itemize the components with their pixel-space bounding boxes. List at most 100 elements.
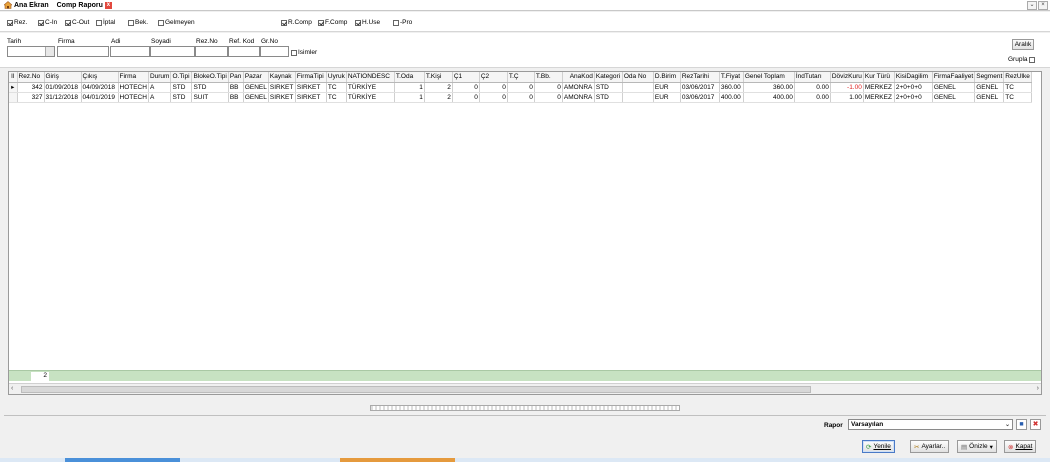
panel-splitter[interactable] [370, 405, 680, 411]
column-header[interactable]: Pazar [243, 72, 269, 83]
horizontal-scrollbar[interactable]: ‹ › [9, 383, 1041, 394]
column-header[interactable]: Segment [974, 72, 1005, 83]
chevron-down-icon[interactable]: ⌄ [1027, 1, 1037, 10]
delete-icon[interactable]: ✖ [1030, 419, 1041, 430]
column-header[interactable]: T.Bb. [534, 72, 563, 83]
adi-input[interactable] [110, 46, 150, 57]
filter-gelmeyen[interactable]: Gelmeyen [158, 19, 195, 26]
column-header[interactable]: KisiDagilim [894, 72, 933, 83]
kapat-button[interactable]: ⊗ Kapat [1004, 440, 1037, 453]
table-header-row: ll Rez.No Giriş Çıkış Firma Durum O.Tipi… [9, 72, 1033, 83]
table-cell: 400.00 [719, 92, 744, 103]
column-header[interactable]: T.Oda [394, 72, 425, 83]
checkbox-icon[interactable] [128, 19, 134, 26]
ref-kod-input[interactable] [228, 46, 260, 57]
ayarlar-button[interactable]: ✂ Ayarlar.. [910, 440, 950, 453]
column-header[interactable]: RezUlke [1003, 72, 1033, 83]
column-header[interactable]: Çıkış [81, 72, 119, 83]
filter-rez[interactable]: Rez. [7, 19, 27, 26]
filter-label: İptal [103, 19, 116, 26]
chevron-down-icon[interactable]: ▾ [990, 443, 993, 451]
checkbox-icon[interactable] [281, 19, 287, 26]
grupla-checkbox[interactable]: Grupla [1008, 56, 1035, 63]
checkbox-icon[interactable] [291, 49, 297, 56]
column-header[interactable]: Giriş [44, 72, 82, 83]
column-header[interactable]: T.Ç [507, 72, 535, 83]
column-header[interactable]: AnaKod [562, 72, 595, 83]
column-header[interactable]: Uyruk [326, 72, 347, 83]
filter-f-comp[interactable]: F.Comp [318, 19, 347, 26]
column-header[interactable]: NATIONDESC [346, 72, 395, 83]
calendar-icon[interactable] [45, 47, 54, 56]
column-header[interactable]: Rez.No [17, 72, 45, 83]
checkbox-icon[interactable] [393, 19, 399, 26]
column-header[interactable]: RezTarihi [680, 72, 720, 83]
row-indicator [9, 92, 18, 103]
column-header[interactable]: Ç2 [479, 72, 508, 83]
soyadi-input[interactable] [150, 46, 195, 57]
checkbox-icon[interactable] [96, 19, 102, 26]
tarih-input[interactable] [7, 46, 55, 57]
column-header[interactable]: T.Kişi [424, 72, 453, 83]
scroll-right-icon[interactable]: › [1037, 385, 1039, 392]
column-header[interactable]: BlokeO.Tipi [191, 72, 229, 83]
column-header[interactable]: Pan [228, 72, 244, 83]
checkbox-icon[interactable] [318, 19, 324, 26]
column-header[interactable]: Durum [148, 72, 172, 83]
tab-ana-ekran[interactable]: Ana Ekran [0, 0, 53, 11]
tab-comp-raporu[interactable]: Comp Raporu x [53, 0, 116, 11]
tab-label: Comp Raporu [56, 1, 103, 9]
filter-c-in[interactable]: C-In [38, 19, 57, 26]
scroll-left-icon[interactable]: ‹ [11, 385, 13, 392]
filter-c-out[interactable]: C-Out [65, 19, 89, 26]
column-header[interactable]: İndTutarı [794, 72, 831, 83]
column-header[interactable]: DövizKuru [830, 72, 864, 83]
table-row[interactable]: ▸ 342 01/09/2018 04/09/2018 HOTECH A STD… [9, 82, 1033, 93]
column-header[interactable]: Kaynak [268, 72, 296, 83]
onizle-button[interactable]: ▤ Önizle ▾ [957, 440, 997, 453]
column-header[interactable]: Firma [118, 72, 149, 83]
checkbox-icon[interactable] [65, 19, 71, 26]
rapor-select[interactable]: Varsayılan ⌄ [848, 419, 1013, 430]
column-header[interactable]: O.Tipi [170, 72, 193, 83]
filter-label: -Pro [400, 19, 413, 26]
checkbox-icon[interactable] [1028, 56, 1035, 63]
column-header[interactable]: Kur Türü [863, 72, 895, 83]
aralik-button[interactable]: Aralık [1012, 39, 1034, 50]
column-header[interactable]: FirmaFaaliyet [932, 72, 976, 83]
filter-r-comp[interactable]: R.Comp [281, 19, 312, 26]
save-icon[interactable]: ■ [1016, 419, 1027, 430]
checkbox-icon[interactable] [158, 19, 164, 26]
filter-bek[interactable]: Bek. [128, 19, 148, 26]
table-cell: SIRKET [268, 92, 296, 103]
gr-no-input[interactable] [260, 46, 289, 57]
column-header[interactable]: FirmaTipi [295, 72, 327, 83]
data-grid[interactable]: ll Rez.No Giriş Çıkış Firma Durum O.Tipi… [8, 71, 1042, 395]
isimler-checkbox[interactable]: Isimler [291, 49, 317, 56]
column-header[interactable]: D.Birim [653, 72, 681, 83]
column-header[interactable]: Kategori [594, 72, 623, 83]
close-circle-icon: ⊗ [1008, 443, 1014, 451]
filter-pro[interactable]: -Pro [393, 19, 412, 26]
table-row[interactable]: 327 31/12/2018 04/01/2019 HOTECH A STD S… [9, 92, 1033, 103]
table-cell: 360.00 [719, 82, 744, 93]
yenile-button[interactable]: ⟳ Yenile [862, 440, 895, 453]
ref-kod-label: Ref. Kod [229, 38, 255, 45]
column-header[interactable]: Genel Toplam [743, 72, 795, 83]
firma-input[interactable] [57, 46, 109, 57]
scrollbar-thumb[interactable] [21, 386, 811, 393]
filter-h-use[interactable]: H.Use [355, 19, 380, 26]
table-cell: AMONRA [562, 82, 595, 93]
rez-no-input[interactable] [195, 46, 228, 57]
checkbox-icon[interactable] [355, 19, 361, 26]
checkbox-icon[interactable] [7, 19, 13, 26]
column-header[interactable]: Oda No [622, 72, 654, 83]
column-header[interactable]: Ç1 [452, 72, 480, 83]
table-cell: A [148, 92, 172, 103]
close-window-icon[interactable]: × [1038, 1, 1048, 10]
column-header[interactable]: T.Fiyat [719, 72, 744, 83]
close-icon[interactable]: x [104, 1, 112, 9]
tab-label: Ana Ekran [14, 1, 49, 9]
filter-iptal[interactable]: İptal [96, 19, 115, 26]
checkbox-icon[interactable] [38, 19, 44, 26]
